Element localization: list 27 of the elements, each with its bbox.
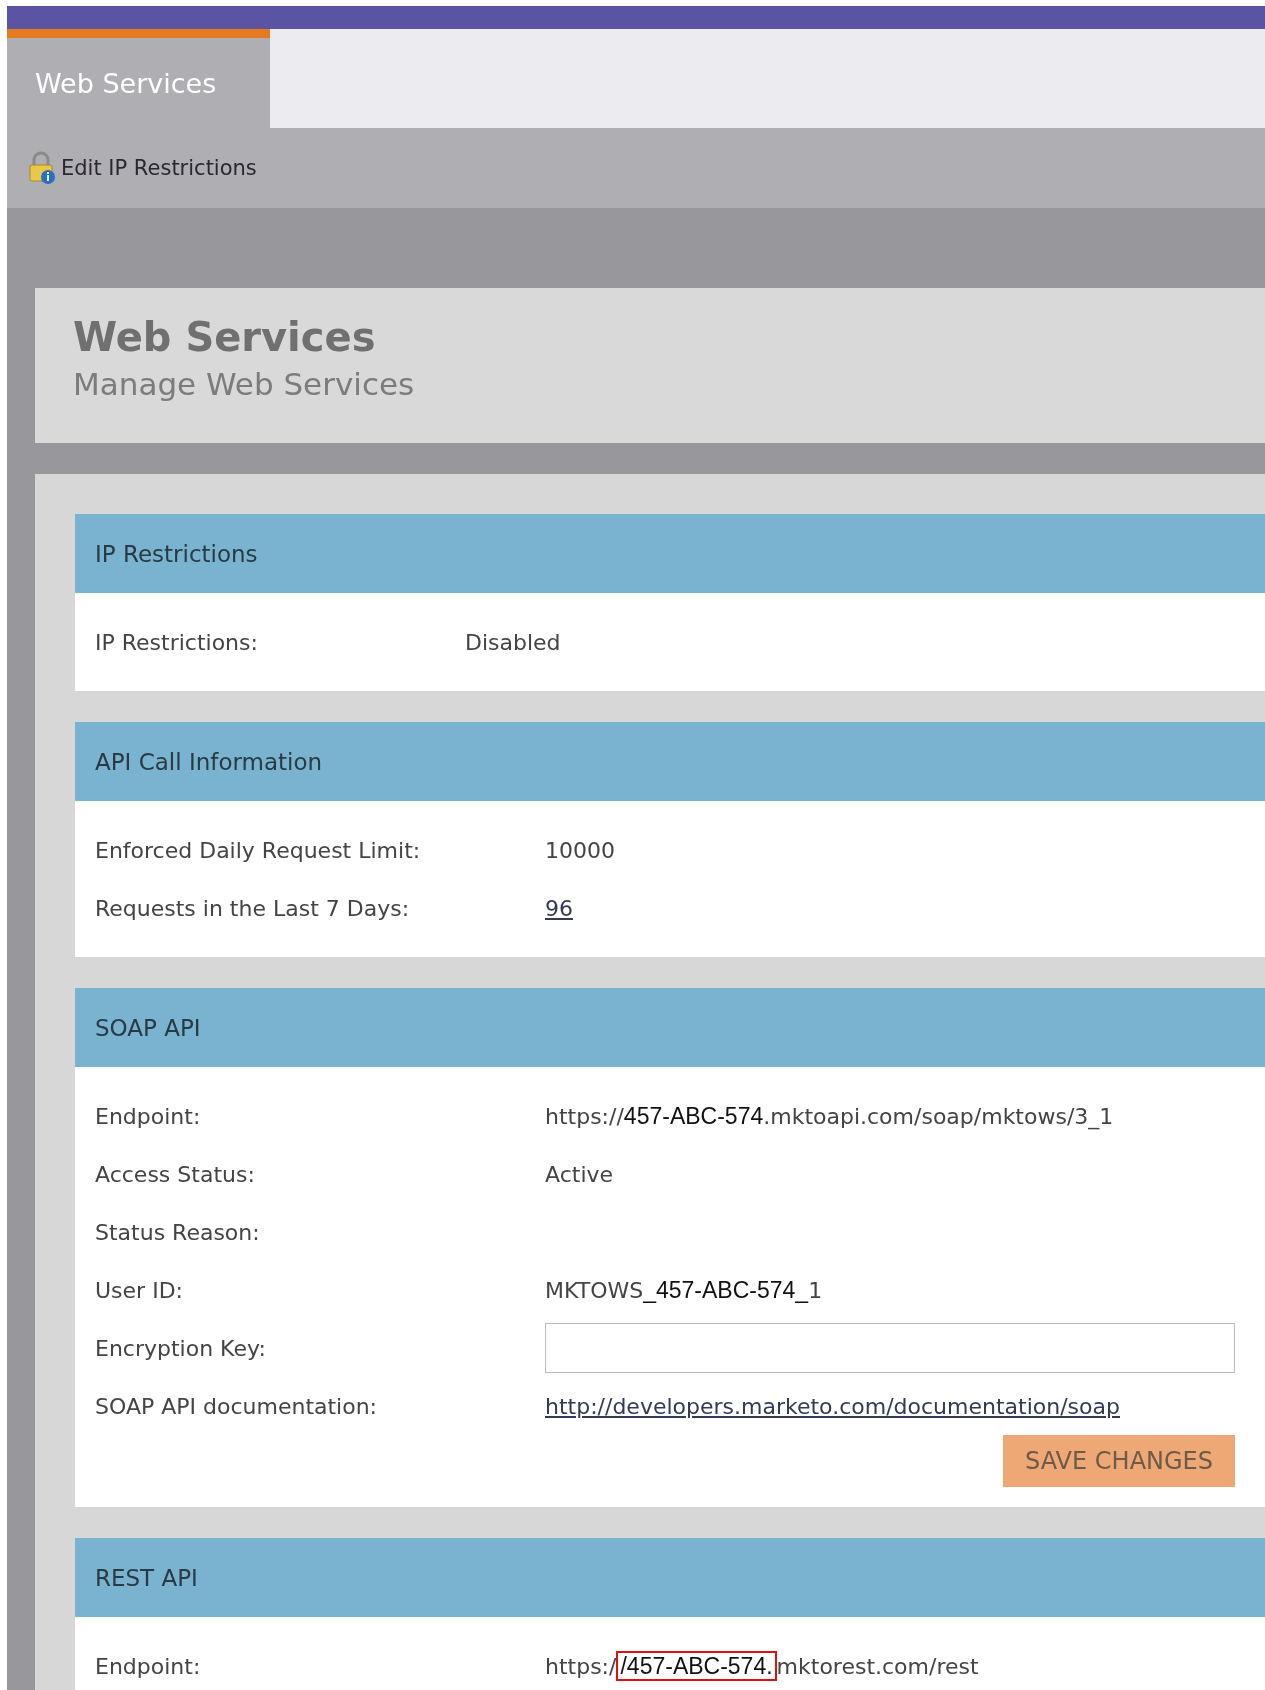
field-label: Access Status: [95,1161,256,1187]
field-value: Disabled [465,629,562,655]
field-value: MKTOWS_457-ABC-574_1 [545,1276,824,1304]
section-header: REST API [75,1538,1265,1617]
field-label: Enforced Daily Request Limit: [95,837,422,863]
page-subtitle: Manage Web Services [73,366,416,402]
field-label: Endpoint: [95,1653,202,1679]
field-value: https:/ /457-ABC-574. mktorest.com/rest [545,1652,980,1680]
field-value: Active [545,1161,615,1187]
field-label: Encryption Key: [95,1335,267,1361]
field-label: Requests in the Last 7 Days: [95,895,411,921]
lock-info-icon [27,151,57,185]
field-value: 10000 [545,837,616,863]
field-value: https://457-ABC-574.mktoapi.com/soap/mktows/3_1 [545,1102,1115,1130]
page-title: Web Services [73,314,377,360]
field-label: SOAP API documentation: [95,1393,379,1419]
input-field[interactable] [545,1323,1235,1373]
field-label: IP Restrictions: [95,629,259,655]
section-header: SOAP API [75,988,1265,1067]
field-label: Endpoint: [95,1103,202,1129]
edit-ip-restrictions-button[interactable]: Edit IP Restrictions [27,151,257,185]
link[interactable]: http://developers.marketo.com/documentation/soap [545,1393,1265,1419]
section-header: API Call Information [75,722,1265,801]
link[interactable]: 96 [545,895,1265,921]
field-label: Status Reason: [95,1219,261,1245]
field-label: User ID: [95,1277,184,1303]
section-header: IP Restrictions [75,514,1265,593]
